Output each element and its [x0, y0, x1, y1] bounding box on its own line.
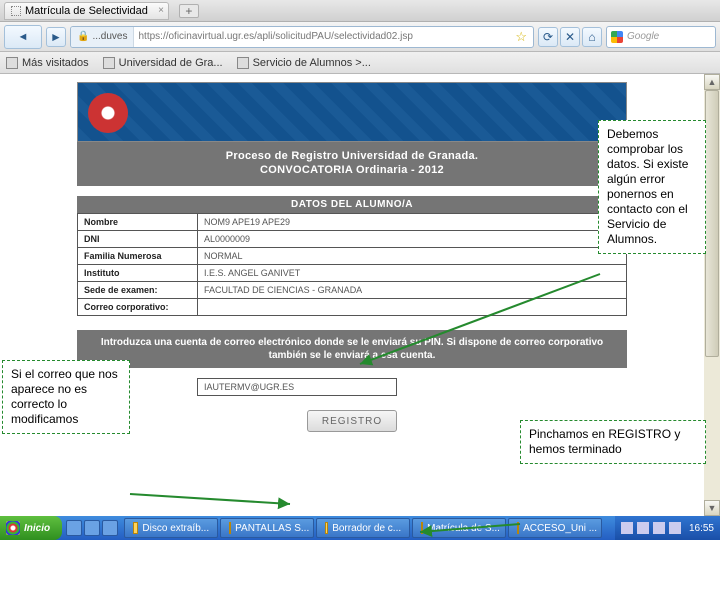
scroll-track[interactable]	[704, 90, 720, 500]
field-value	[198, 299, 627, 316]
scroll-thumb[interactable]	[705, 90, 719, 357]
tray-icon[interactable]	[669, 522, 681, 534]
page-content: Proceso de Registro Universidad de Grana…	[77, 82, 627, 432]
header-banner	[77, 82, 627, 142]
home-button[interactable]: ⌂	[582, 27, 602, 47]
folder-icon	[6, 57, 18, 69]
field-value: NORMAL	[198, 248, 627, 265]
google-icon	[611, 31, 623, 43]
section-header: DATOS DEL ALUMNO/A	[77, 196, 627, 213]
address-bar[interactable]: 🔒 ...duves https://oficinavirtual.ugr.es…	[70, 26, 534, 48]
table-row: NombreNOM9 APE19 APE29	[78, 214, 627, 231]
new-tab-button[interactable]: +	[179, 4, 199, 18]
app-icon	[133, 522, 138, 534]
bookmark-label: Universidad de Gra...	[119, 57, 223, 69]
callout-check-data: Debemos comprobar los datos. Si existe a…	[598, 120, 706, 254]
process-line2: CONVOCATORIA Ordinaria - 2012	[77, 164, 627, 176]
taskbar-button[interactable]: ACCESO_Uni ...	[508, 518, 602, 538]
start-label: Inicio	[24, 523, 50, 534]
taskbar-button[interactable]: PANTALLAS S...	[220, 518, 314, 538]
table-row: Sede de examen:FACULTAD DE CIENCIAS - GR…	[78, 282, 627, 299]
quick-launch-item[interactable]	[66, 520, 82, 536]
vertical-scrollbar[interactable]: ▲ ▼	[704, 74, 720, 516]
back-button[interactable]: ◄	[4, 25, 42, 49]
window-titlebar: Matrícula de Selectividad × +	[0, 0, 720, 22]
taskbar-button-label: ACCESO_Uni ...	[523, 523, 597, 534]
taskbar-button-label: PANTALLAS S...	[235, 523, 309, 534]
bookmark-item[interactable]: Más visitados	[6, 57, 89, 69]
app-icon	[325, 522, 328, 534]
bookmark-item[interactable]: Universidad de Gra...	[103, 57, 223, 69]
field-label: Correo corporativo:	[78, 299, 198, 316]
table-row: InstitutoI.E.S. ANGEL GANIVET	[78, 265, 627, 282]
start-button[interactable]: Inicio	[0, 516, 62, 540]
stop-button[interactable]: ✕	[560, 27, 580, 47]
field-label: Sede de examen:	[78, 282, 198, 299]
app-icon	[229, 522, 231, 534]
field-value: AL0000009	[198, 231, 627, 248]
field-label: DNI	[78, 231, 198, 248]
url-text: https://oficinavirtual.ugr.es/apli/solic…	[134, 31, 509, 42]
email-field[interactable]: IAUTERMV@UGR.ES	[197, 378, 397, 396]
bookmark-label: Servicio de Alumnos >...	[253, 57, 371, 69]
taskbar-button[interactable]: Matrícula de S...	[412, 518, 506, 538]
table-row: Familia NumerosaNORMAL	[78, 248, 627, 265]
bookmark-item[interactable]: Servicio de Alumnos >...	[237, 57, 371, 69]
tray-icon[interactable]	[621, 522, 633, 534]
page-icon	[103, 57, 115, 69]
callout-modify-email: Si el correo que nos aparece no es corre…	[2, 360, 130, 434]
identity-host: ...duves	[92, 31, 127, 42]
table-row: DNIAL0000009	[78, 231, 627, 248]
quick-launch	[66, 520, 118, 536]
field-value: I.E.S. ANGEL GANIVET	[198, 265, 627, 282]
bookmark-star-icon[interactable]: ☆	[509, 29, 533, 45]
field-label: Familia Numerosa	[78, 248, 198, 265]
process-line1: Proceso de Registro Universidad de Grana…	[77, 150, 627, 162]
forward-button[interactable]: ►	[46, 27, 66, 47]
field-label: Instituto	[78, 265, 198, 282]
taskbar-button[interactable]: Borrador de c...	[316, 518, 410, 538]
taskbar-button-label: Matrícula de S...	[427, 523, 500, 534]
windows-logo-icon	[6, 521, 20, 535]
windows-taskbar: Inicio Disco extraíb... PANTALLAS S... B…	[0, 516, 720, 540]
process-title: Proceso de Registro Universidad de Grana…	[77, 142, 627, 186]
tab-title: Matrícula de Selectividad	[25, 5, 148, 17]
browser-tab[interactable]: Matrícula de Selectividad ×	[4, 2, 169, 20]
close-icon[interactable]: ×	[158, 5, 164, 16]
tray-icon[interactable]	[653, 522, 665, 534]
register-button[interactable]: REGISTRO	[307, 410, 397, 432]
lock-icon: 🔒	[77, 31, 89, 42]
search-box[interactable]: Google	[606, 26, 716, 48]
table-row: Correo corporativo:	[78, 299, 627, 316]
quick-launch-item[interactable]	[84, 520, 100, 536]
taskbar-clock[interactable]: 16:55	[689, 523, 714, 534]
reload-button[interactable]: ⟳	[538, 27, 558, 47]
search-placeholder: Google	[627, 31, 659, 42]
quick-launch-item[interactable]	[102, 520, 118, 536]
instruction-text: Introduzca una cuenta de correo electrón…	[77, 330, 627, 368]
taskbar-button[interactable]: Disco extraíb...	[124, 518, 218, 538]
site-identity[interactable]: 🔒 ...duves	[71, 27, 134, 47]
taskbar-button-label: Borrador de c...	[332, 523, 401, 534]
field-value: NOM9 APE19 APE29	[198, 214, 627, 231]
page-icon	[237, 57, 249, 69]
student-data-table: NombreNOM9 APE19 APE29 DNIAL0000009 Fami…	[77, 213, 627, 316]
app-icon	[517, 522, 519, 534]
field-label: Nombre	[78, 214, 198, 231]
browser-toolbar: ◄ ► 🔒 ...duves https://oficinavirtual.ug…	[0, 22, 720, 52]
app-icon	[421, 522, 423, 534]
taskbar-button-label: Disco extraíb...	[142, 523, 209, 534]
tab-favicon	[11, 6, 21, 16]
tray-icon[interactable]	[637, 522, 649, 534]
system-tray[interactable]: 16:55	[615, 516, 720, 540]
field-value: FACULTAD DE CIENCIAS - GRANADA	[198, 282, 627, 299]
bookmark-label: Más visitados	[22, 57, 89, 69]
scroll-up-button[interactable]: ▲	[704, 74, 720, 90]
bookmarks-bar: Más visitados Universidad de Gra... Serv…	[0, 52, 720, 74]
callout-click-register: Pinchamos en REGISTRO y hemos terminado	[520, 420, 706, 464]
scroll-down-button[interactable]: ▼	[704, 500, 720, 516]
email-row: E mail: IAUTERMV@UGR.ES	[77, 378, 627, 396]
